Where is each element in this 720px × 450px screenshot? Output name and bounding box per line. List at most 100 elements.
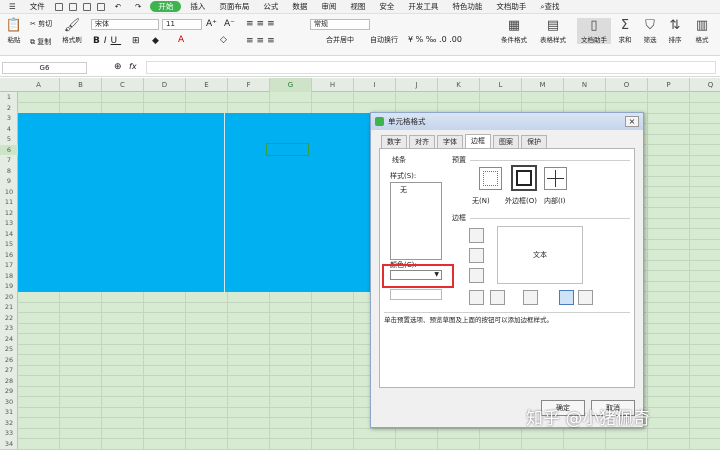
border-center-button[interactable] [523,290,538,305]
row-header-18[interactable]: 18 [0,271,18,282]
menu-view[interactable]: 视图 [345,1,370,12]
row-header-32[interactable]: 32 [0,418,18,429]
row-header-23[interactable]: 23 [0,323,18,334]
font-style-buttons[interactable]: BIU [93,36,121,46]
active-cell[interactable] [266,143,309,156]
fx-button[interactable]: fx [129,62,137,71]
menu-start[interactable]: 开始 [150,1,182,12]
font-color-icon[interactable]: A [178,35,184,45]
table-style-button[interactable]: ▤ 表格样式 [534,18,572,44]
preset-inside-button[interactable] [544,167,567,190]
tab-pattern[interactable]: 图案 [493,135,519,148]
menu-file[interactable]: 文件 [25,1,50,12]
style-option-none[interactable]: 无 [400,185,407,195]
row-header-21[interactable]: 21 [0,302,18,313]
close-button[interactable]: × [625,116,639,127]
tab-font[interactable]: 字体 [437,135,463,148]
undo-icon[interactable]: ↶ [110,2,126,11]
font-size-select[interactable]: 11 [162,19,202,30]
fill-color-icon[interactable]: ◆ [152,36,159,46]
line-style-list[interactable]: 无 [390,182,442,260]
conditional-format-button[interactable]: ▦ 条件格式 [496,18,532,44]
column-header-i[interactable]: I [354,78,396,92]
row-header-17[interactable]: 17 [0,260,18,271]
merge-button[interactable]: 合并居中 [326,35,354,45]
font-name-select[interactable]: 宋体 [91,19,159,30]
menu-review[interactable]: 审阅 [316,1,341,12]
wrap-button[interactable]: 自动换行 [370,35,398,45]
zoom-icon[interactable]: ⊕ [114,62,122,72]
row-header-34[interactable]: 34 [0,439,18,450]
menu-doc-helper[interactable]: 文档助手 [491,1,531,12]
row-header-14[interactable]: 14 [0,229,18,240]
format-painter-button[interactable]: 🖌 格式刷 [60,18,84,44]
preset-none-button[interactable] [479,167,502,190]
border-right-button[interactable] [559,290,574,305]
menu-security[interactable]: 安全 [374,1,399,12]
filter-button[interactable]: ⛉ 筛选 [639,18,661,44]
row-header-24[interactable]: 24 [0,334,18,345]
align-top-buttons[interactable]: ≡≡≡ [246,19,278,29]
column-header-f[interactable]: F [228,78,270,92]
print-icon[interactable] [96,2,105,11]
menu-icon[interactable]: ☰ [4,2,21,11]
border-icon[interactable]: ⊞ [132,36,140,46]
formula-input[interactable] [146,61,716,74]
tab-alignment[interactable]: 对齐 [409,135,435,148]
clear-icon[interactable]: ◇ [220,35,227,45]
tab-protection[interactable]: 保护 [521,135,547,148]
column-header-n[interactable]: N [564,78,606,92]
tab-number[interactable]: 数字 [381,135,407,148]
border-diag-up-button[interactable] [469,290,484,305]
row-header-5[interactable]: 5 [0,134,18,145]
font-shrink-icon[interactable]: A⁻ [224,19,235,29]
column-header-q[interactable]: Q [690,78,720,92]
border-bottom-button[interactable] [469,268,484,283]
row-header-11[interactable]: 11 [0,197,18,208]
menu-developer[interactable]: 开发工具 [403,1,443,12]
column-header-k[interactable]: K [438,78,480,92]
row-header-29[interactable]: 29 [0,386,18,397]
column-header-g[interactable]: G [270,78,312,92]
column-header-h[interactable]: H [312,78,354,92]
new-icon[interactable] [54,2,63,11]
name-box[interactable]: G6 [2,62,87,74]
menu-formula[interactable]: 公式 [258,1,283,12]
row-header-15[interactable]: 15 [0,239,18,250]
row-header-10[interactable]: 10 [0,187,18,198]
row-header-2[interactable]: 2 [0,103,18,114]
row-header-4[interactable]: 4 [0,124,18,135]
row-header-12[interactable]: 12 [0,208,18,219]
row-header-7[interactable]: 7 [0,155,18,166]
row-header-30[interactable]: 30 [0,397,18,408]
column-header-l[interactable]: L [480,78,522,92]
column-header-d[interactable]: D [144,78,186,92]
row-header-16[interactable]: 16 [0,250,18,261]
number-buttons[interactable]: ¥ % ‰ .0 .00 [408,35,462,44]
border-left-button[interactable] [490,290,505,305]
border-preview[interactable]: 文本 [497,226,583,284]
align-h-buttons[interactable]: ≡≡≡ [246,36,278,46]
column-header-m[interactable]: M [522,78,564,92]
number-format-select[interactable]: 常规 [310,19,370,30]
menu-features[interactable]: 特色功能 [447,1,487,12]
border-diag-down-button[interactable] [578,290,593,305]
column-header-a[interactable]: A [18,78,60,92]
tab-border[interactable]: 边框 [465,134,491,148]
row-header-6[interactable]: 6 [0,144,18,155]
column-header-e[interactable]: E [186,78,228,92]
preset-outline-button[interactable] [511,165,537,191]
sum-button[interactable]: Σ 求和 [614,18,636,44]
font-grow-icon[interactable]: A⁺ [206,19,217,29]
redo-icon[interactable]: ↷ [130,2,146,11]
open-icon[interactable] [68,2,77,11]
row-header-26[interactable]: 26 [0,355,18,366]
column-header-p[interactable]: P [648,78,690,92]
save-icon[interactable] [82,2,91,11]
blue-filled-range[interactable] [18,113,375,292]
row-header-1[interactable]: 1 [0,92,18,103]
paste-button[interactable]: 📋 粘贴 [4,18,24,44]
border-middle-button[interactable] [469,248,484,263]
copy-button[interactable]: ⧉ 复制 [30,37,51,47]
format-button[interactable]: ▥ 格式 [690,18,714,44]
